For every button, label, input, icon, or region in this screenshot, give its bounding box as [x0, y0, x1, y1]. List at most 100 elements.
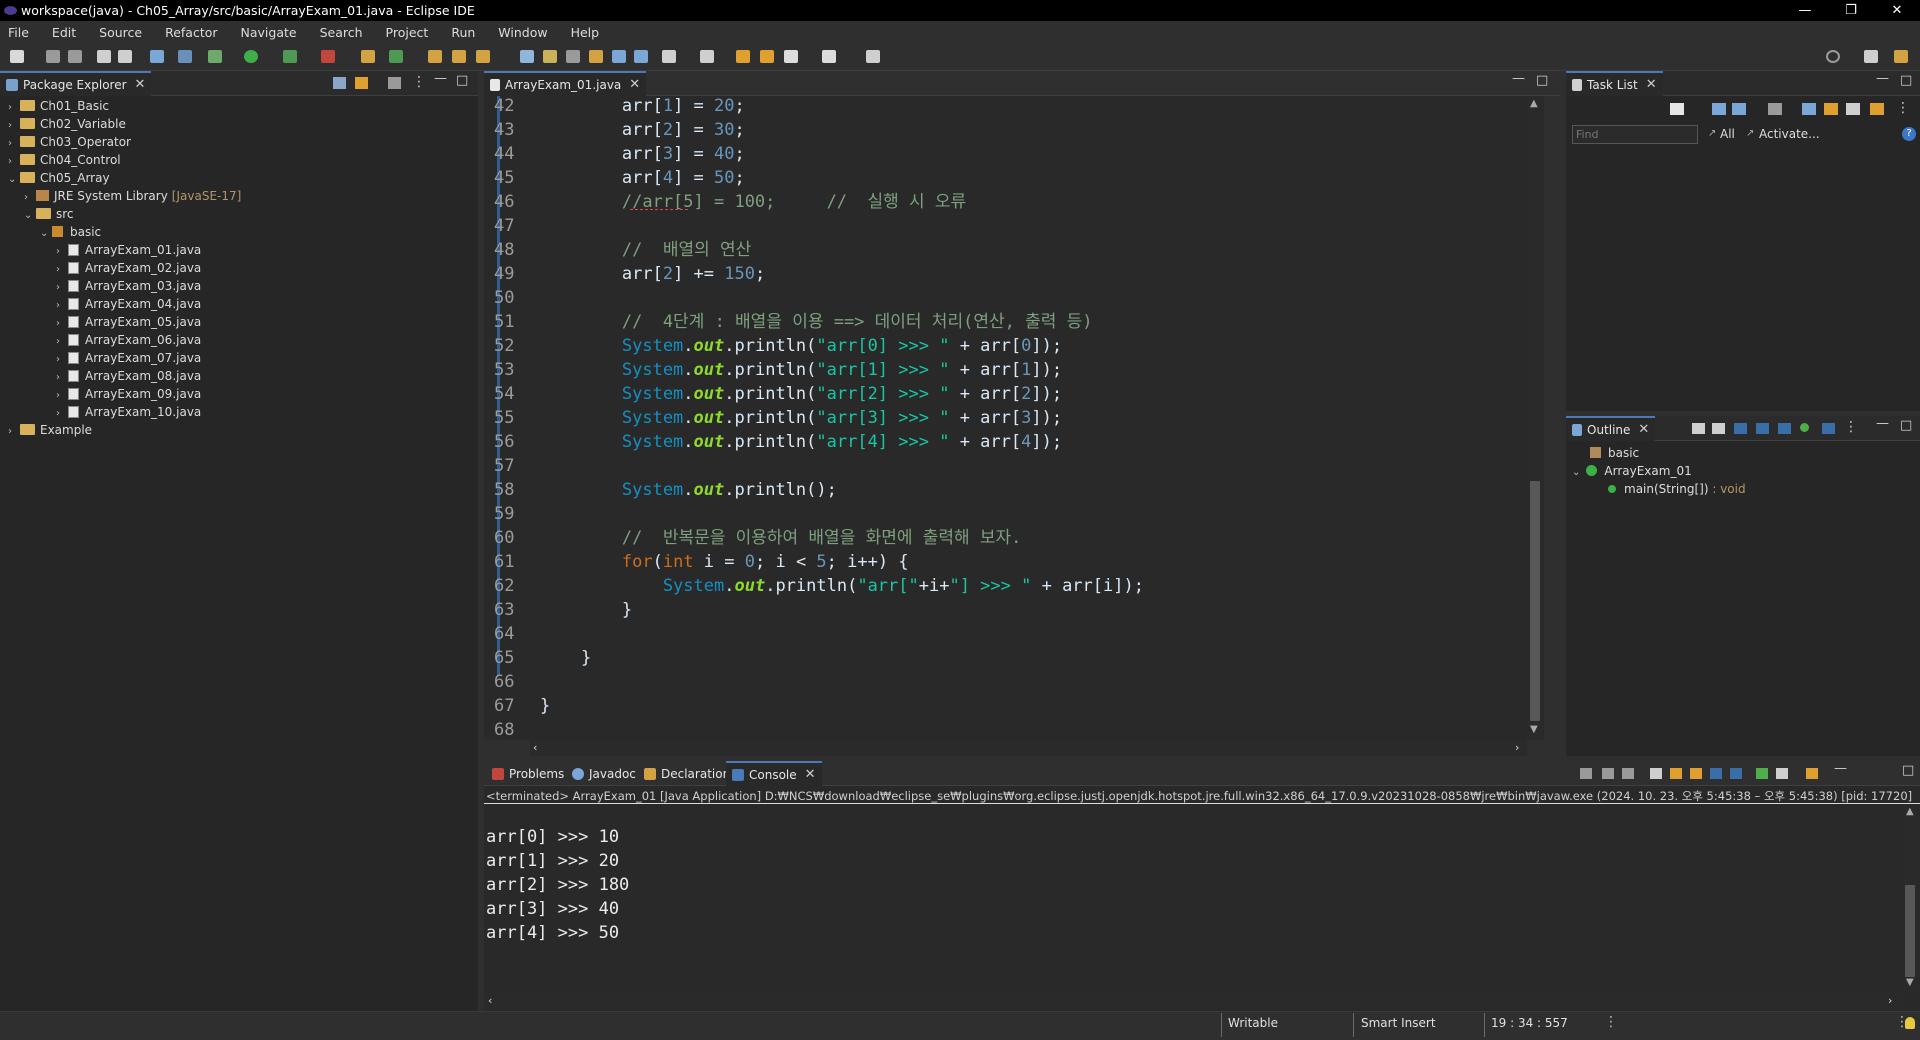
- tree-item[interactable]: › JRE System Library [JavaSE-17]: [24, 187, 241, 207]
- tab-package-explorer[interactable]: Package Explorer ✕: [0, 71, 152, 96]
- block-select-icon[interactable]: [566, 50, 580, 63]
- console-hscroll[interactable]: ‹ ›: [484, 993, 1902, 1009]
- back-icon[interactable]: [784, 50, 798, 63]
- view-menu-icon[interactable]: ⋮: [1844, 419, 1858, 435]
- maximize-editor-icon[interactable]: □: [1536, 73, 1548, 88]
- editor-vscroll-thumb[interactable]: [1530, 481, 1540, 721]
- tab-javadoc[interactable]: Javadoc: [566, 761, 642, 786]
- maximize-view-icon[interactable]: □: [1900, 73, 1912, 88]
- save-icon[interactable]: [46, 50, 60, 63]
- hide-local-types-icon[interactable]: [1800, 423, 1809, 432]
- tree-item[interactable]: ⌄ basic: [40, 223, 101, 243]
- prev-annotation-icon[interactable]: [700, 50, 714, 63]
- show-stderr-icon[interactable]: [1730, 768, 1742, 779]
- search-icon[interactable]: [1826, 50, 1840, 63]
- menu-source[interactable]: Source: [99, 25, 142, 40]
- word-wrap-icon[interactable]: [1690, 768, 1702, 779]
- status-insert-mode[interactable]: Smart Insert: [1361, 1016, 1436, 1030]
- new-java-project-icon[interactable]: [361, 50, 375, 63]
- help-icon[interactable]: ?: [1902, 127, 1916, 141]
- tree-item[interactable]: › ArrayExam_10.java: [56, 403, 201, 423]
- terminate-icon[interactable]: [1580, 768, 1592, 779]
- next-annotation-icon[interactable]: [662, 50, 676, 63]
- debug-icon[interactable]: [208, 50, 222, 63]
- outline-package[interactable]: basic: [1590, 446, 1639, 460]
- tree-item[interactable]: › ArrayExam_06.java: [56, 331, 201, 351]
- redo-icon[interactable]: [118, 50, 132, 63]
- tree-item[interactable]: › ArrayExam_04.java: [56, 295, 201, 315]
- code-line[interactable]: System.out.println("arr[0] >>> " + arr[0…: [540, 334, 1062, 358]
- hide-completed-icon[interactable]: [1768, 103, 1782, 115]
- annotation-icon[interactable]: [520, 50, 534, 63]
- java-perspective-icon[interactable]: [1894, 50, 1908, 63]
- scroll-up-icon[interactable]: ▲: [1530, 98, 1538, 109]
- tree-item[interactable]: › ArrayExam_03.java: [56, 277, 201, 297]
- open-perspective-icon[interactable]: [866, 50, 880, 63]
- tree-item[interactable]: › Ch01_Basic: [8, 97, 109, 117]
- clear-console-icon[interactable]: [1650, 768, 1662, 779]
- chevron-down-icon[interactable]: ⌄: [40, 225, 52, 243]
- sort-icon[interactable]: [1824, 103, 1838, 115]
- hide-nonpublic-icon[interactable]: [1778, 423, 1791, 434]
- code-line[interactable]: }: [540, 598, 632, 622]
- hide-static-icon[interactable]: [1756, 423, 1769, 434]
- code-line[interactable]: // 배열의 연산: [540, 238, 751, 262]
- pin-editor-icon[interactable]: [612, 50, 626, 63]
- collapse-all-icon[interactable]: [333, 77, 346, 89]
- close-icon[interactable]: ✕: [629, 77, 640, 92]
- code-line[interactable]: arr[2] = 30;: [540, 118, 745, 142]
- chevron-down-icon[interactable]: ⌄: [24, 207, 36, 225]
- maximize-view-icon[interactable]: □: [456, 73, 468, 88]
- code-line[interactable]: System.out.println("arr[1] >>> " + arr[1…: [540, 358, 1062, 382]
- run-icon[interactable]: [244, 50, 258, 63]
- tree-item[interactable]: › ArrayExam_07.java: [56, 349, 201, 369]
- tab-task-list[interactable]: Task List ✕: [1566, 71, 1663, 96]
- close-icon[interactable]: ✕: [805, 767, 816, 782]
- menu-run[interactable]: Run: [451, 25, 475, 40]
- code-line[interactable]: for(int i = 0; i < 5; i++) {: [540, 550, 909, 574]
- sync-icon[interactable]: [1870, 103, 1884, 115]
- minimize-view-icon[interactable]: —: [434, 71, 447, 86]
- tab-console[interactable]: Console ✕: [726, 761, 822, 786]
- remove-all-icon[interactable]: [1622, 768, 1634, 779]
- coverage-icon[interactable]: [283, 50, 297, 63]
- scroll-up-icon[interactable]: ▲: [1906, 806, 1914, 817]
- scroll-left-icon[interactable]: ‹: [533, 741, 537, 754]
- outline-class[interactable]: ⌄ ArrayExam_01: [1572, 464, 1692, 478]
- scroll-left-icon[interactable]: ‹: [488, 994, 492, 1007]
- maximize-view-icon[interactable]: □: [1900, 418, 1912, 433]
- scroll-right-icon[interactable]: ›: [1515, 741, 1519, 754]
- menu-refactor[interactable]: Refactor: [165, 25, 217, 40]
- sort-icon[interactable]: [1712, 423, 1725, 434]
- code-line[interactable]: System.out.println("arr[4] >>> " + arr[4…: [540, 430, 1062, 454]
- all-link[interactable]: All: [1720, 127, 1735, 141]
- console-vscroll-thumb[interactable]: [1905, 885, 1915, 977]
- open-task-icon[interactable]: [452, 50, 466, 63]
- code-line[interactable]: arr[1] = 20;: [540, 94, 745, 118]
- filter-icon[interactable]: [388, 77, 401, 89]
- menu-navigate[interactable]: Navigate: [241, 25, 297, 40]
- editor-vscroll[interactable]: ▲ ▼: [1527, 96, 1543, 740]
- task-find-input[interactable]: [1572, 125, 1698, 144]
- pilcrow-icon[interactable]: [634, 50, 648, 63]
- menu-window[interactable]: Window: [498, 25, 547, 40]
- minimize-editor-icon[interactable]: —: [1512, 71, 1525, 86]
- hide-fields-icon[interactable]: [1734, 423, 1747, 434]
- menu-file[interactable]: File: [8, 25, 29, 40]
- minimize-view-icon[interactable]: —: [1876, 71, 1889, 86]
- tree-item[interactable]: › Ch02_Variable: [8, 115, 126, 135]
- tab-problems[interactable]: Problems: [486, 761, 570, 786]
- undo-icon[interactable]: [97, 50, 111, 63]
- minimize-view-icon[interactable]: —: [1876, 416, 1889, 431]
- code-line[interactable]: System.out.println("arr["+i+"] >>> " + a…: [540, 574, 1144, 598]
- menu-edit[interactable]: Edit: [52, 25, 76, 40]
- tree-item[interactable]: › ArrayExam_02.java: [56, 259, 201, 279]
- chevron-down-icon[interactable]: ⌄: [8, 171, 20, 189]
- tab-arrayexam-01[interactable]: ArrayExam_01.java ✕: [484, 71, 647, 96]
- perspective-icon[interactable]: [1864, 50, 1878, 63]
- editor-hscroll[interactable]: ‹ ›: [530, 740, 1527, 756]
- focus-icon[interactable]: [1802, 103, 1816, 115]
- tree-item[interactable]: › ArrayExam_09.java: [56, 385, 201, 405]
- save-all-icon[interactable]: [68, 50, 82, 63]
- maximize-view-icon[interactable]: □: [1902, 763, 1914, 778]
